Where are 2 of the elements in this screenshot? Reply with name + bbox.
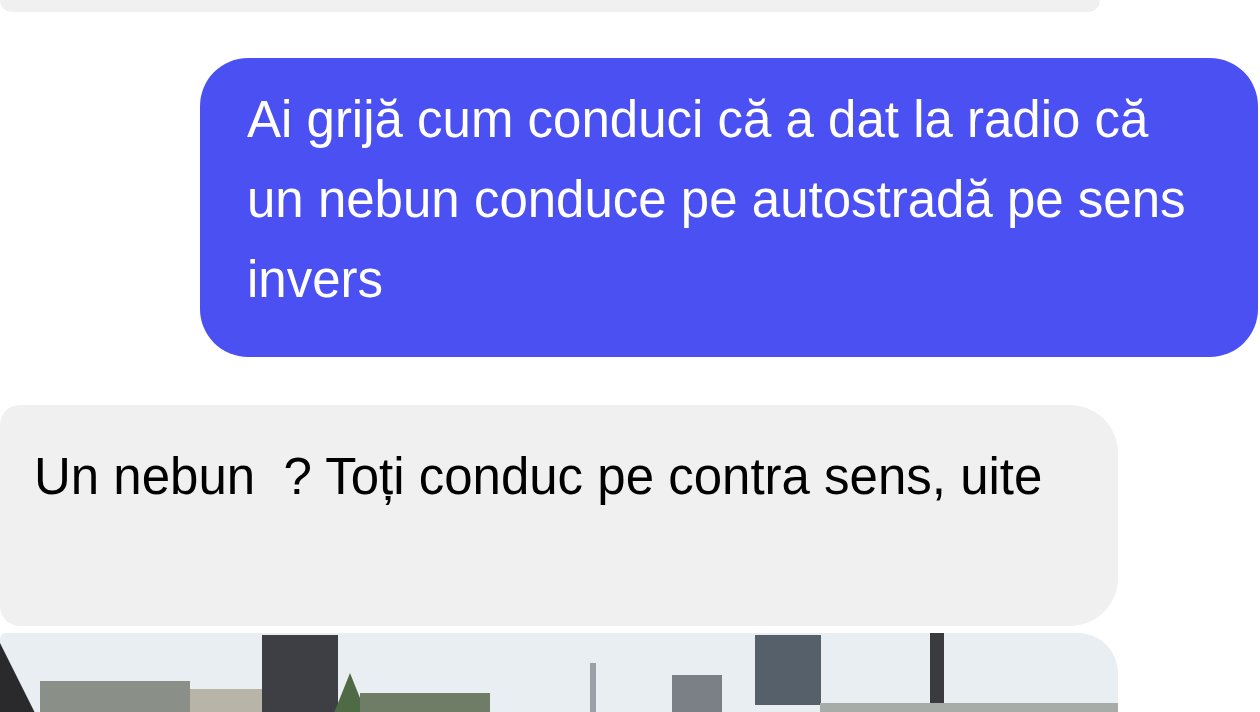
received-message: Un nebun ? Toți conduc pe contra sens, uite (0, 405, 1118, 626)
sent-message: Ai grijă cum conduci că a dat la radio că un nebun conduce pe autostradă pe sens invers (200, 58, 1258, 357)
